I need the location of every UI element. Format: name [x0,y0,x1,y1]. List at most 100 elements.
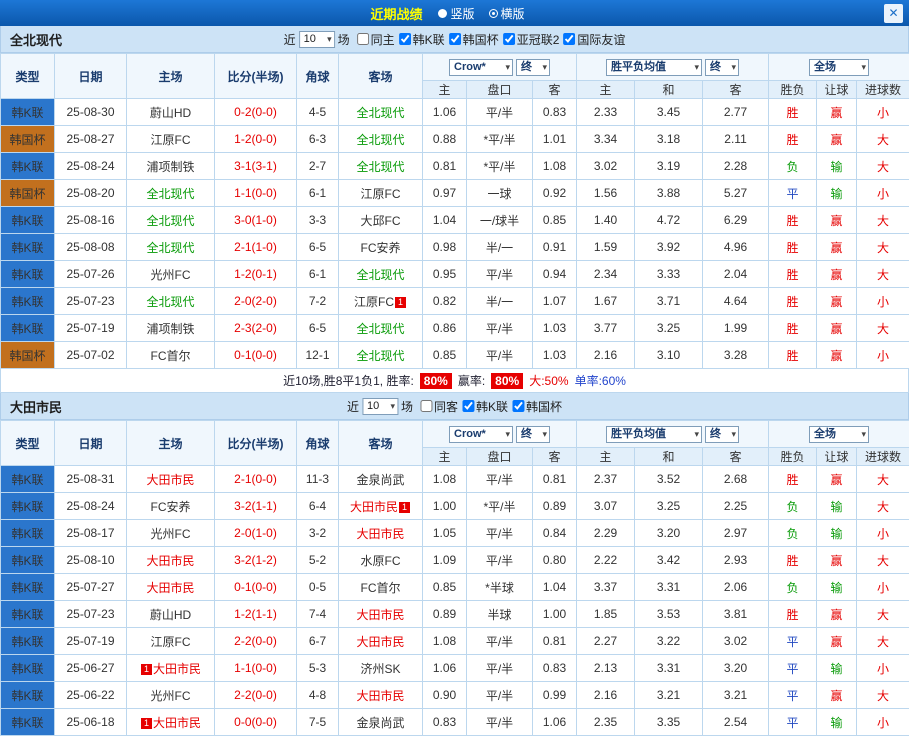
team-label: 江原FC [150,634,191,649]
match-row: 韩K联 25-08-16 全北现代 3-0(1-0) 3-3 大邱FC 1.04 一/球半 0.… [0,206,909,234]
team-label: 大田市民 [356,607,405,622]
date-cell: 25-08-27 [54,125,127,153]
recent-results-dialog: 近期战绩 竖版 横版 ✕ 全北现代 近 10 场 同主韩K联韩国杯亚冠联2国际友… [0,0,909,736]
match-row: 韩K联 25-06-27 1 大田市民 1-1(0-0) 5-3 济州SK 1.06 平/半 0.… [0,654,909,682]
checkbox-input[interactable] [512,400,525,412]
score-cell: 1-2(0-0) [214,125,297,153]
fulltime-select[interactable]: 全场 [809,425,870,443]
col-europe-draw: 和 [634,447,703,466]
col-date: 日期 [54,53,127,99]
cover-cell: 赢 [816,287,858,315]
asia-home-cell: 0.88 [422,125,467,153]
europe-home-cell: 1.56 [576,179,635,207]
europe-draw-cell: 3.92 [634,233,703,261]
team-label: 浦项制铁 [146,159,195,174]
win-rate-badge: 80% [419,372,452,389]
team-cell: 江原FC [126,627,215,655]
checkbox-input[interactable] [419,400,432,412]
goals-cell: 大 [856,681,909,709]
layout-radio-vertical[interactable]: 竖版 [438,5,475,22]
match-count-select[interactable]: 10 [298,30,335,48]
asia-away-cell: 0.92 [532,179,577,207]
asia-away-cell: 0.94 [532,260,577,288]
score-cell: 2-1(1-0) [214,233,297,261]
corner-cell: 4-5 [296,98,339,126]
cover-cell: 赢 [816,260,858,288]
team-cell: 济州SK [338,654,423,682]
team-cell: 1 大田市民 [126,708,215,736]
filter-checkbox[interactable]: 韩K联 [398,31,445,48]
goals-cell: 小 [856,573,909,601]
dialog-titlebar: 近期战绩 竖版 横版 ✕ [0,0,909,26]
result-cell: 平 [768,708,818,736]
filter-checkbox[interactable]: 同主 [356,31,395,48]
cover-cell: 赢 [816,314,858,342]
asia-home-cell: 0.85 [422,573,467,601]
games-label: 场 [337,32,350,47]
team-cell: 浦项制铁 [126,152,215,180]
league-cell: 韩K联 [0,206,55,234]
team-label: 全北现代 [146,240,195,255]
europe-away-cell: 5.27 [701,179,770,207]
big-rate: 大:50% [529,374,569,388]
europe-away-cell: 2.11 [701,125,770,153]
league-cell: 韩K联 [0,314,55,342]
europe-draw-cell: 3.52 [634,465,703,493]
filter-checkbox[interactable]: 亚冠联2 [502,31,559,48]
asia-home-cell: 1.09 [422,546,467,574]
checkbox-input[interactable] [448,33,461,45]
goals-cell: 小 [856,654,909,682]
corner-cell: 5-2 [296,546,339,574]
matches-tbody: 韩K联 25-08-31 大田市民 2-1(0-0) 11-3 金泉尚武 1.08 平/半 0.… [0,465,909,736]
odds-company-select[interactable]: Crow* [449,58,513,76]
result-cell: 负 [768,519,818,547]
score-cell: 2-1(0-0) [214,465,297,493]
europe-draw-cell: 3.88 [634,179,703,207]
europe-draw-cell: 3.20 [634,519,703,547]
date-cell: 25-07-27 [54,573,127,601]
team-section: 全北现代 近 10 场 同主韩K联韩国杯亚冠联2国际友谊 类型 日期 主场 比分… [0,26,909,393]
cover-cell: 赢 [816,125,858,153]
final-europe-select[interactable]: 终 [705,425,740,443]
asia-home-cell: 0.82 [422,287,467,315]
team-label: 大邱FC [360,213,401,228]
score-cell: 0-2(0-0) [214,98,297,126]
team-label: 全北现代 [356,321,405,336]
goals-cell: 大 [856,152,909,180]
score-cell: 3-1(3-1) [214,152,297,180]
europe-away-cell: 2.54 [701,708,770,736]
fulltime-select[interactable]: 全场 [809,58,870,76]
europe-mode-select[interactable]: 胜平负均值 [606,58,703,76]
checkbox-input[interactable] [502,33,515,45]
filter-checkbox[interactable]: 韩国杯 [512,398,562,415]
close-button[interactable]: ✕ [884,4,903,23]
checkbox-input[interactable] [563,33,576,45]
checkbox-input[interactable] [462,400,475,412]
final-odds-select[interactable]: 终 [516,425,550,443]
filter-checkbox[interactable]: 同客 [419,398,458,415]
europe-home-cell: 2.37 [576,465,635,493]
final-odds-select[interactable]: 终 [516,58,550,76]
team-cell: 水原FC [338,546,423,574]
filter-checkbox[interactable]: 韩国杯 [448,31,499,48]
layout-radio-horizontal[interactable]: 横版 [488,5,525,22]
filter-checkbox[interactable]: 国际友谊 [563,31,625,48]
match-count-select[interactable]: 10 [361,397,398,415]
checkbox-label: 韩K联 [476,399,509,414]
date-cell: 25-06-22 [54,681,127,709]
final-europe-select[interactable]: 终 [705,58,740,76]
result-cell: 胜 [768,341,818,369]
team-cell: 蔚山HD [126,98,215,126]
checkbox-input[interactable] [356,33,369,45]
europe-mode-select[interactable]: 胜平负均值 [606,425,703,443]
cover-cell: 赢 [816,233,858,261]
europe-draw-cell: 3.42 [634,546,703,574]
odds-company-select[interactable]: Crow* [449,425,513,443]
cover-cell: 输 [816,492,858,520]
europe-away-cell: 2.25 [701,492,770,520]
match-row: 韩K联 25-08-10 大田市民 3-2(1-2) 5-2 水原FC 1.09 平/半 0.8… [0,546,909,574]
filter-checkbox[interactable]: 韩K联 [462,398,508,415]
checkbox-input[interactable] [398,33,411,45]
team-label: 金泉尚武 [356,715,405,730]
europe-home-cell: 3.02 [576,152,635,180]
